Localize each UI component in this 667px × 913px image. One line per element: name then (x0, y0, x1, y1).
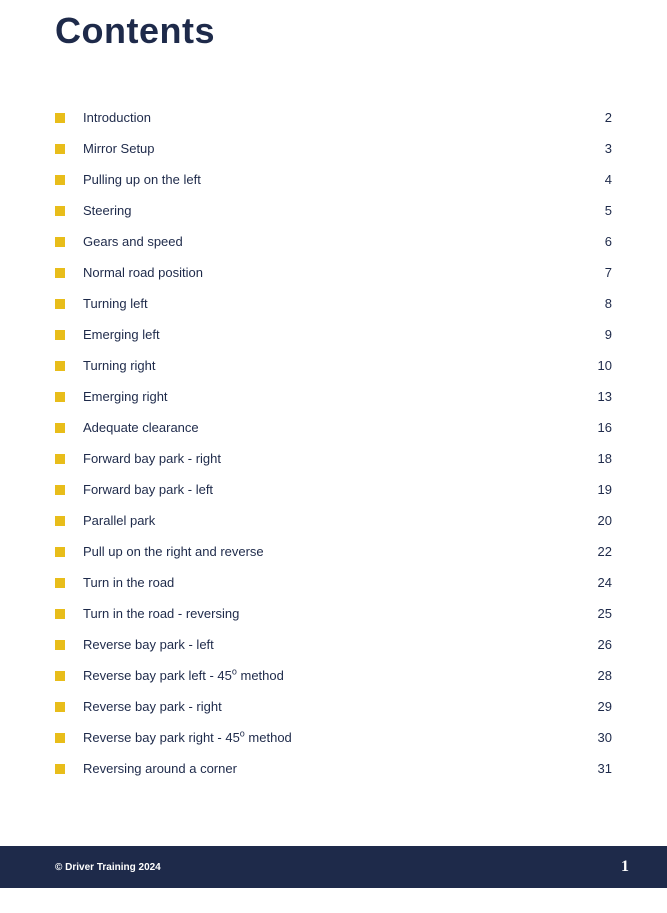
toc-item-label: Normal road position (83, 265, 588, 280)
square-bullet-icon (55, 423, 65, 433)
toc-item: Turn in the road24 (55, 567, 612, 598)
toc-item-label: Pulling up on the left (83, 172, 588, 187)
toc-item-label: Forward bay park - left (83, 482, 588, 497)
toc-item-page: 28 (588, 668, 612, 683)
toc-item-page: 10 (588, 358, 612, 373)
toc-item-page: 3 (588, 141, 612, 156)
toc-item-page: 29 (588, 699, 612, 714)
toc-item: Introduction2 (55, 102, 612, 133)
toc-item: Pulling up on the left4 (55, 164, 612, 195)
toc-item-label: Adequate clearance (83, 420, 588, 435)
toc-item: Forward bay park - right18 (55, 443, 612, 474)
toc-item-page: 13 (588, 389, 612, 404)
square-bullet-icon (55, 392, 65, 402)
toc-item-page: 9 (588, 327, 612, 342)
square-bullet-icon (55, 578, 65, 588)
square-bullet-icon (55, 206, 65, 216)
toc-item-label: Reverse bay park - left (83, 637, 588, 652)
toc-item: Turning left8 (55, 288, 612, 319)
toc-item: Steering5 (55, 195, 612, 226)
toc-item-label: Reverse bay park - right (83, 699, 588, 714)
toc-item-label: Turning right (83, 358, 588, 373)
square-bullet-icon (55, 361, 65, 371)
toc-item-page: 22 (588, 544, 612, 559)
square-bullet-icon (55, 175, 65, 185)
toc-item-page: 31 (588, 761, 612, 776)
toc-item: Turning right10 (55, 350, 612, 381)
toc-item: Emerging left9 (55, 319, 612, 350)
square-bullet-icon (55, 547, 65, 557)
toc-item: Parallel park20 (55, 505, 612, 536)
footer-page-number: 1 (621, 858, 629, 876)
toc-item-page: 20 (588, 513, 612, 528)
toc-item: Forward bay park - left19 (55, 474, 612, 505)
square-bullet-icon (55, 237, 65, 247)
toc-item: Gears and speed6 (55, 226, 612, 257)
toc-item-page: 8 (588, 296, 612, 311)
square-bullet-icon (55, 144, 65, 154)
toc-item-label: Turning left (83, 296, 588, 311)
square-bullet-icon (55, 702, 65, 712)
square-bullet-icon (55, 299, 65, 309)
toc-item-label: Steering (83, 203, 588, 218)
toc-item: Normal road position7 (55, 257, 612, 288)
square-bullet-icon (55, 671, 65, 681)
square-bullet-icon (55, 268, 65, 278)
footer-copyright: © Driver Training 2024 (55, 862, 161, 873)
toc-item-label: Mirror Setup (83, 141, 588, 156)
toc-item: Turn in the road - reversing25 (55, 598, 612, 629)
square-bullet-icon (55, 640, 65, 650)
toc-item-page: 6 (588, 234, 612, 249)
toc-item-label: Reverse bay park left - 45o method (83, 668, 588, 683)
square-bullet-icon (55, 113, 65, 123)
toc-item-label: Pull up on the right and reverse (83, 544, 588, 559)
toc-item-label: Gears and speed (83, 234, 588, 249)
toc-item-label: Emerging right (83, 389, 588, 404)
toc-item: Pull up on the right and reverse22 (55, 536, 612, 567)
toc-item-label: Forward bay park - right (83, 451, 588, 466)
toc-item-label: Reverse bay park right - 45o method (83, 730, 588, 745)
toc-item-label: Parallel park (83, 513, 588, 528)
square-bullet-icon (55, 330, 65, 340)
toc-item: Reverse bay park right - 45o method30 (55, 722, 612, 753)
square-bullet-icon (55, 609, 65, 619)
square-bullet-icon (55, 516, 65, 526)
toc-item: Reverse bay park - left26 (55, 629, 612, 660)
table-of-contents: Introduction2Mirror Setup3Pulling up on … (55, 102, 612, 784)
toc-item-page: 2 (588, 110, 612, 125)
toc-item-label: Introduction (83, 110, 588, 125)
toc-item: Adequate clearance16 (55, 412, 612, 443)
footer: © Driver Training 2024 1 (0, 846, 667, 888)
toc-item-page: 24 (588, 575, 612, 590)
page-title: Contents (55, 10, 612, 52)
toc-item: Reversing around a corner31 (55, 753, 612, 784)
toc-item-label: Turn in the road - reversing (83, 606, 588, 621)
toc-item-page: 5 (588, 203, 612, 218)
toc-item-page: 19 (588, 482, 612, 497)
toc-item-label: Reversing around a corner (83, 761, 588, 776)
toc-item-page: 16 (588, 420, 612, 435)
square-bullet-icon (55, 485, 65, 495)
toc-item-label: Emerging left (83, 327, 588, 342)
toc-item: Emerging right13 (55, 381, 612, 412)
square-bullet-icon (55, 764, 65, 774)
square-bullet-icon (55, 454, 65, 464)
toc-item-page: 7 (588, 265, 612, 280)
toc-item-page: 30 (588, 730, 612, 745)
square-bullet-icon (55, 733, 65, 743)
page-container: Contents Introduction2Mirror Setup3Pulli… (0, 0, 667, 913)
toc-item: Reverse bay park - right29 (55, 691, 612, 722)
toc-item-page: 26 (588, 637, 612, 652)
toc-item-label: Turn in the road (83, 575, 588, 590)
toc-item-page: 18 (588, 451, 612, 466)
toc-item-page: 25 (588, 606, 612, 621)
toc-item-page: 4 (588, 172, 612, 187)
toc-item: Mirror Setup3 (55, 133, 612, 164)
toc-item: Reverse bay park left - 45o method28 (55, 660, 612, 691)
